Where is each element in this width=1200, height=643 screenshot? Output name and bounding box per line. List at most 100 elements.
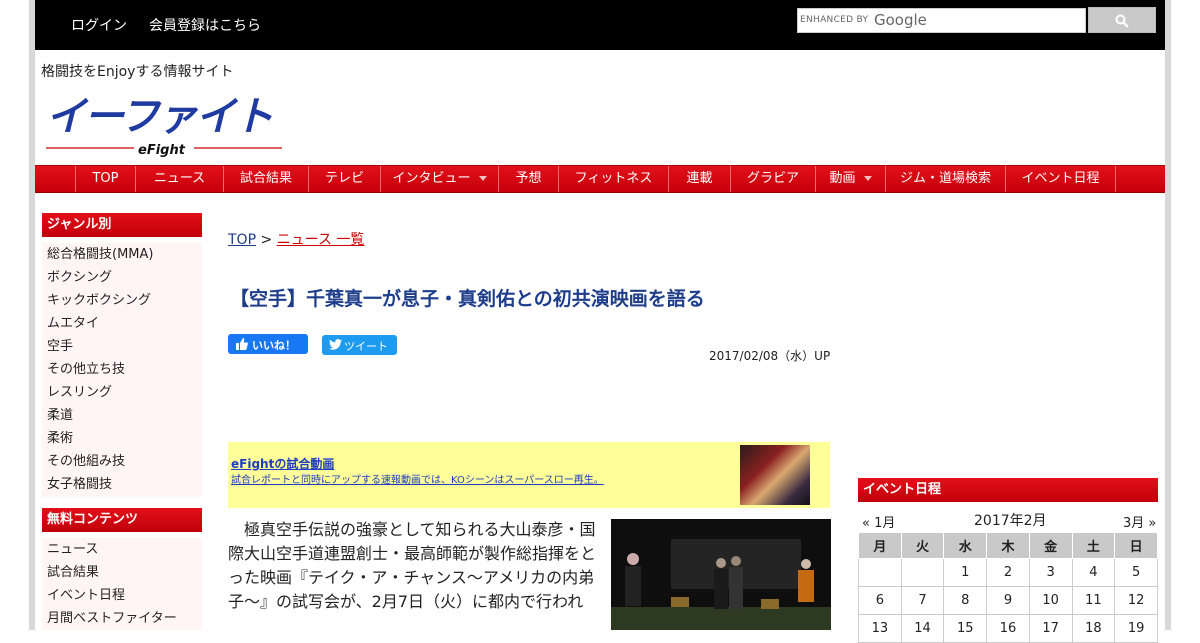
genre-item-karate[interactable]: 空手 xyxy=(42,335,202,358)
calendar-week-row: 13 14 15 16 17 18 19 xyxy=(858,614,1158,643)
nav-news-label: ニュース xyxy=(153,171,206,186)
calendar-day[interactable]: 7 xyxy=(900,586,945,615)
weekday-label: 月 xyxy=(858,532,902,559)
ad-title[interactable]: eFightの試合動画 xyxy=(231,455,334,472)
calendar-day[interactable]: 11 xyxy=(1071,586,1116,615)
breadcrumb-separator: > xyxy=(260,232,273,248)
calendar-day[interactable]: 17 xyxy=(1028,614,1073,643)
event-heading: イベント日程 xyxy=(858,478,1158,502)
calendar-day[interactable]: 19 xyxy=(1114,614,1158,643)
calendar-day[interactable]: 8 xyxy=(943,586,988,615)
nav-top[interactable]: TOP xyxy=(75,166,135,192)
nav-fitness-label: フィットネス xyxy=(574,171,653,186)
genre-item-wrestling[interactable]: レスリング xyxy=(42,381,202,404)
calendar-day[interactable]: 1 xyxy=(943,558,988,587)
tweet-button[interactable]: ツイート xyxy=(322,335,397,355)
login-link[interactable]: ログイン xyxy=(71,15,127,35)
nav-interview[interactable]: インタビュー xyxy=(380,166,498,192)
nav-video[interactable]: 動画 xyxy=(815,166,885,192)
article-body: 極真空手伝説の強豪として知られる大山泰彦・国際大山空手道連盟創士・最高師範が製作… xyxy=(228,520,597,611)
free-item-best-fighter[interactable]: 月間ベストファイター xyxy=(42,607,202,630)
calendar-month: 2017年2月 xyxy=(974,513,1047,529)
nav-tv-label: テレビ xyxy=(324,171,364,186)
nav-events[interactable]: イベント日程 xyxy=(1005,166,1115,192)
calendar-day[interactable]: 15 xyxy=(943,614,988,643)
genre-item-mma[interactable]: 総合格闘技(MMA) xyxy=(42,243,202,266)
google-brand: Google xyxy=(874,11,927,29)
calendar-day xyxy=(858,558,902,587)
genre-item-kickboxing[interactable]: キックボクシング xyxy=(42,289,202,312)
facebook-like-button[interactable]: いいね！ xyxy=(228,334,308,354)
nav-gravure-label: グラビア xyxy=(746,171,799,186)
search-button[interactable] xyxy=(1088,7,1156,33)
calendar-day[interactable]: 14 xyxy=(900,614,945,643)
nav-serial-label: 連載 xyxy=(686,171,713,186)
calendar-day[interactable]: 18 xyxy=(1071,614,1116,643)
breadcrumb-news-link[interactable]: ニュース 一覧 xyxy=(277,232,365,248)
breadcrumb-top-link[interactable]: TOP xyxy=(228,232,256,248)
calendar-day[interactable]: 10 xyxy=(1028,586,1073,615)
nav-news[interactable]: ニュース xyxy=(135,166,223,192)
genre-item-jujutsu[interactable]: 柔術 xyxy=(42,427,202,450)
thumbs-up-icon xyxy=(236,338,248,350)
free-item-results[interactable]: 試合結果 xyxy=(42,561,202,584)
calendar-day[interactable]: 4 xyxy=(1071,558,1116,587)
genre-list: 総合格闘技(MMA) ボクシング キックボクシング ムエタイ 空手 その他立ち技… xyxy=(42,243,202,497)
chevron-down-icon xyxy=(863,176,872,181)
calendar-week-row: 1 2 3 4 5 xyxy=(858,558,1158,587)
ad-description[interactable]: 試合レポートと同時にアップする速報動画では、KOシーンはスーパースロー再生。 xyxy=(231,471,604,486)
site-logo[interactable]: イーファイト eFight xyxy=(44,90,284,162)
calendar-day[interactable]: 9 xyxy=(986,586,1030,615)
nav-serial[interactable]: 連載 xyxy=(668,166,730,192)
nav-top-label: TOP xyxy=(92,171,119,186)
facebook-like-label: いいね！ xyxy=(252,339,296,352)
nav-prediction-label: 予想 xyxy=(515,171,542,186)
article-date: 2017/02/08（水）UP xyxy=(709,349,831,363)
nav-tv[interactable]: テレビ xyxy=(308,166,380,192)
calendar-day[interactable]: 13 xyxy=(858,614,902,643)
calendar-day[interactable]: 6 xyxy=(858,586,902,615)
weekday-label: 木 xyxy=(986,532,1030,559)
nav-gym-search[interactable]: ジム・道場検索 xyxy=(885,166,1005,192)
search-icon xyxy=(1115,14,1129,28)
nav-interview-label: インタビュー xyxy=(392,171,471,186)
nav-results[interactable]: 試合結果 xyxy=(223,166,308,192)
nav-results-label: 試合結果 xyxy=(239,171,292,186)
nav-gravure[interactable]: グラビア xyxy=(730,166,815,192)
ad-thumbnail[interactable] xyxy=(740,445,810,505)
video-ad-banner[interactable]: eFightの試合動画 試合レポートと同時にアップする速報動画では、KOシーンは… xyxy=(228,442,830,508)
calendar-day[interactable]: 12 xyxy=(1114,586,1158,615)
article-title: 【空手】千葉真一が息子・真剣佑との初共演映画を語る xyxy=(230,288,705,310)
genre-item-other-striking[interactable]: その他立ち技 xyxy=(42,358,202,381)
main-nav: TOP ニュース 試合結果 テレビ インタビュー 予想 フィットネス 連載 グラ… xyxy=(35,165,1165,193)
calendar-day[interactable]: 16 xyxy=(986,614,1030,643)
tweet-label: ツイート xyxy=(344,340,388,353)
nav-gym-search-label: ジム・道場検索 xyxy=(899,171,991,186)
breadcrumb: TOP > ニュース 一覧 xyxy=(228,229,364,249)
genre-item-other-grappling[interactable]: その他組み技 xyxy=(42,450,202,473)
genre-item-women[interactable]: 女子格闘技 xyxy=(42,473,202,496)
search-input[interactable]: ENHANCED BY Google xyxy=(797,8,1086,33)
register-link[interactable]: 会員登録はこちら xyxy=(149,15,261,35)
genre-item-muaythai[interactable]: ムエタイ xyxy=(42,312,202,335)
nav-prediction[interactable]: 予想 xyxy=(498,166,558,192)
calendar-day xyxy=(900,558,945,587)
calendar-day[interactable]: 5 xyxy=(1114,558,1158,587)
genre-item-judo[interactable]: 柔道 xyxy=(42,404,202,427)
genre-heading: ジャンル別 xyxy=(42,213,202,237)
genre-item-boxing[interactable]: ボクシング xyxy=(42,266,202,289)
twitter-bird-icon xyxy=(329,339,342,350)
weekday-label: 水 xyxy=(943,532,988,559)
weekday-label: 日 xyxy=(1114,532,1158,559)
calendar-prev-link[interactable]: « 1月 xyxy=(862,512,895,531)
free-item-events[interactable]: イベント日程 xyxy=(42,584,202,607)
free-item-news[interactable]: ニュース xyxy=(42,538,202,561)
calendar-day[interactable]: 2 xyxy=(986,558,1030,587)
event-calendar: 月 火 水 木 金 土 日 1 2 3 4 5 6 7 8 9 10 11 12… xyxy=(858,532,1158,643)
calendar-day[interactable]: 3 xyxy=(1028,558,1073,587)
article-photo xyxy=(611,519,831,630)
nav-events-label: イベント日程 xyxy=(1021,171,1100,186)
calendar-weekday-row: 月 火 水 木 金 土 日 xyxy=(858,532,1158,559)
calendar-next-link[interactable]: 3月 » xyxy=(1123,512,1156,531)
nav-fitness[interactable]: フィットネス xyxy=(558,166,668,192)
